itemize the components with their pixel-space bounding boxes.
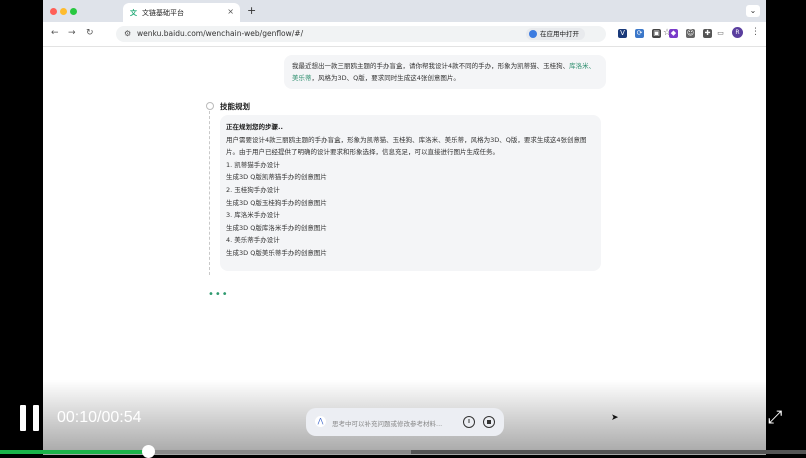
tab-title: 文链基础平台 — [142, 9, 184, 17]
stop-generation-icon[interactable] — [483, 416, 495, 428]
plan-step-line: 生成3D Q版凯蒂猫手办的创意图片 — [226, 173, 327, 182]
open-in-app-button[interactable]: 在应用中打开 — [526, 28, 585, 40]
address-bar[interactable]: ⚙ wenku.baidu.com/wenchain-web/genflow/#… — [116, 26, 671, 42]
tab-favicon-icon: 文 — [130, 9, 137, 17]
mouse-cursor-icon: ➤ — [611, 413, 619, 423]
browser-titlebar: 文 文链基础平台 × + ⌄ — [43, 0, 766, 22]
typing-indicator: ••• — [208, 289, 229, 300]
plan-step-line: 1. 凯蒂猫手办设计 — [226, 160, 280, 169]
url-text: wenku.baidu.com/wenchain-web/genflow/#/ — [137, 29, 304, 38]
downloads-icon[interactable]: ▭ — [716, 29, 725, 38]
assistant-logo-icon: ⋀ — [315, 416, 326, 427]
extension-v-icon[interactable]: V — [618, 29, 627, 38]
user-message-text: 我最近想出一款三丽鸥主题的手办盲盒，请你帮我设计4款不同的手办，形象为凯蒂猫、玉… — [292, 62, 570, 70]
plan-step-dot — [206, 102, 214, 110]
chat-input[interactable]: ⋀ 思考中可以补充问题或修改参考材料... II — [306, 408, 504, 436]
pause-generation-icon[interactable]: II — [463, 416, 475, 428]
close-window-button[interactable] — [50, 8, 57, 15]
plan-card: 正在规划您的步骤.. 用户需要设计4款三丽鸥主题的手办盲盒，形象为凯蒂猫、玉桂狗… — [220, 115, 601, 271]
tab-search-icon[interactable]: ⌄ — [746, 5, 760, 17]
plan-step-line: 生成3D Q版玉桂狗手办的创意图片 — [226, 198, 327, 207]
profile-avatar[interactable]: R — [732, 27, 743, 38]
pause-button[interactable] — [20, 405, 42, 431]
plan-step-line: 生成3D Q版美乐蒂手办的创意图片 — [226, 248, 327, 257]
browser-toolbar: ← → ↻ ⚙ wenku.baidu.com/wenchain-web/gen… — [43, 22, 766, 47]
extension-sync-icon[interactable]: ⟳ — [635, 29, 644, 38]
time-display: 00:10/00:54 — [57, 409, 142, 426]
progress-knob[interactable] — [142, 445, 156, 458]
site-info-icon[interactable]: ⚙ — [124, 29, 131, 38]
reload-button[interactable]: ↻ — [86, 28, 94, 38]
extension-purple-icon[interactable]: ◆ — [669, 29, 678, 38]
plan-title: 技能规划 — [220, 102, 250, 111]
extension-screen-icon[interactable]: ▣ — [652, 29, 661, 38]
fullscreen-icon[interactable]: ⤢ — [768, 407, 782, 428]
tab-close-icon[interactable]: × — [227, 7, 234, 16]
back-button[interactable]: ← — [51, 28, 59, 38]
pause-bar-right — [33, 405, 39, 431]
pause-bar-left — [20, 405, 26, 431]
plan-subtitle: 正在规划您的步骤.. — [226, 123, 283, 131]
forward-button[interactable]: → — [68, 28, 76, 38]
plan-intro: 用户需要设计4款三丽鸥主题的手办盲盒，形象为凯蒂猫、玉桂狗、库洛米、美乐蒂，风格… — [226, 135, 587, 157]
extensions-puzzle-icon[interactable]: ✚ — [703, 29, 712, 38]
progress-bar[interactable] — [0, 450, 806, 454]
browser-menu-icon[interactable]: ⋮ — [751, 27, 760, 37]
plan-step-line: 4. 美乐蒂手办设计 — [226, 236, 280, 245]
extension-face-icon[interactable]: ☺ — [686, 29, 695, 38]
plan-step-line: 生成3D Q版库洛米手办的创意图片 — [226, 223, 327, 232]
plan-timeline — [209, 111, 210, 275]
played-bar — [0, 450, 150, 454]
user-message-suffix: ，风格为3D、Q版，要求同时生成这4张创意图片。 — [311, 73, 460, 82]
plan-step-line: 3. 库洛米手办设计 — [226, 211, 280, 220]
browser-tab[interactable]: 文 文链基础平台 × — [123, 3, 240, 22]
chat-input-placeholder: 思考中可以补充问题或修改参考材料... — [332, 420, 443, 428]
minimize-window-button[interactable] — [60, 8, 67, 15]
open-in-app-label: 在应用中打开 — [540, 30, 579, 38]
maximize-window-button[interactable] — [70, 8, 77, 15]
app-icon — [529, 30, 537, 38]
user-message-bubble: 我最近想出一款三丽鸥主题的手办盲盒，请你帮我设计4款不同的手办，形象为凯蒂猫、玉… — [284, 55, 606, 89]
plan-step-line: 2. 玉桂狗手办设计 — [226, 185, 280, 194]
new-tab-button[interactable]: + — [247, 4, 256, 17]
